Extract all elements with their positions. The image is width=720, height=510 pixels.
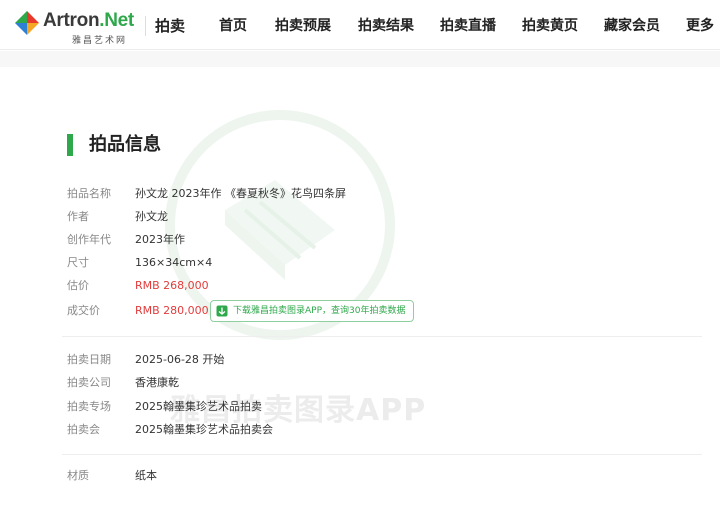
logo-dot-text: .Net <box>99 10 134 31</box>
nav-item-live[interactable]: 拍卖直播 <box>440 15 496 35</box>
info-row-auction-session: 拍卖专场 2025翰墨集珍艺术品拍卖 <box>67 398 667 416</box>
info-label: 拍品名称 <box>67 187 111 200</box>
info-label: 材质 <box>67 469 89 482</box>
info-value-author[interactable]: 孙文龙 <box>135 208 168 226</box>
info-label: 创作年代 <box>67 233 111 246</box>
panel-title: 拍品信息 <box>89 134 161 155</box>
nav-item-yellow-pages[interactable]: 拍卖黄页 <box>522 15 578 35</box>
info-label: 拍卖会 <box>67 423 100 436</box>
info-label: 拍卖公司 <box>67 376 111 389</box>
top-header: Artron.Net 雅昌艺术网 拍卖 首页 拍卖预展 拍卖结果 拍卖直播 拍卖… <box>0 0 720 50</box>
info-row-author: 作者 孙文龙 <box>67 208 667 226</box>
artron-logo-icon <box>15 11 39 35</box>
nav-item-preview[interactable]: 拍卖预展 <box>275 15 331 35</box>
nav-item-results[interactable]: 拍卖结果 <box>358 15 414 35</box>
section-title[interactable]: 拍卖 <box>155 15 185 36</box>
section-divider <box>62 336 702 337</box>
info-row-auction-date: 拍卖日期 2025-06-28 开始 <box>67 351 667 369</box>
info-label: 尺寸 <box>67 256 89 269</box>
logo-wordmark: Artron.Net <box>43 10 134 32</box>
info-label: 拍卖专场 <box>67 400 111 413</box>
info-value-auction-event[interactable]: 2025翰墨集珍艺术品拍卖会 <box>135 421 273 439</box>
header-band <box>0 51 720 67</box>
info-row-year: 创作年代 2023年作 <box>67 231 667 249</box>
nav-item-more[interactable]: 更多 <box>686 15 714 35</box>
info-label: 成交价 <box>67 304 100 317</box>
download-app-icon <box>216 305 228 317</box>
info-row-material: 材质 纸本 <box>67 467 667 485</box>
info-label: 拍卖日期 <box>67 353 111 366</box>
nav-item-collector-members[interactable]: 藏家会员 <box>604 15 660 35</box>
logo-main-text: Artron <box>43 10 100 31</box>
info-value-lot-name: 孙文龙 2023年作 《春夏秋冬》花鸟四条屏 <box>135 187 346 200</box>
heading-accent-bar <box>67 134 73 156</box>
download-app-text: 下载雅昌拍卖图录APP，查询30年拍卖数据 <box>233 306 406 316</box>
logo-subtitle: 雅昌艺术网 <box>72 36 128 46</box>
nav-item-home[interactable]: 首页 <box>219 15 247 35</box>
info-row-size: 尺寸 136×34cm×4 <box>67 254 667 272</box>
info-value-material: 纸本 <box>135 469 157 482</box>
info-row-auction-house: 拍卖公司 香港康乾 <box>67 374 667 392</box>
info-value-auction-session[interactable]: 2025翰墨集珍艺术品拍卖 <box>135 398 262 416</box>
artron-logo[interactable]: Artron.Net 雅昌艺术网 <box>14 8 139 46</box>
info-value-hammer-price: RMB 280,000 <box>135 304 209 317</box>
info-label: 作者 <box>67 210 89 223</box>
info-row-lot-name: 拍品名称 孙文龙 2023年作 《春夏秋冬》花鸟四条屏 <box>67 185 667 203</box>
info-label: 估价 <box>67 279 89 292</box>
info-value-size: 136×34cm×4 <box>135 256 213 269</box>
info-value-auction-house[interactable]: 香港康乾 <box>135 374 179 392</box>
download-app-badge[interactable]: 下载雅昌拍卖图录APP，查询30年拍卖数据 <box>210 300 415 322</box>
info-row-estimate: 估价 RMB 268,000 <box>67 277 667 295</box>
info-value-estimate: RMB 268,000 <box>135 279 209 292</box>
info-row-auction-event: 拍卖会 2025翰墨集珍艺术品拍卖会 <box>67 421 667 439</box>
section-divider <box>62 454 702 455</box>
header-divider <box>145 16 146 36</box>
info-row-hammer-price: 成交价 RMB 280,000 下载雅昌拍卖图录APP，查询30年拍卖数据 <box>67 300 667 322</box>
info-value-year: 2023年作 <box>135 233 185 246</box>
info-value-auction-date: 2025-06-28 开始 <box>135 353 225 366</box>
